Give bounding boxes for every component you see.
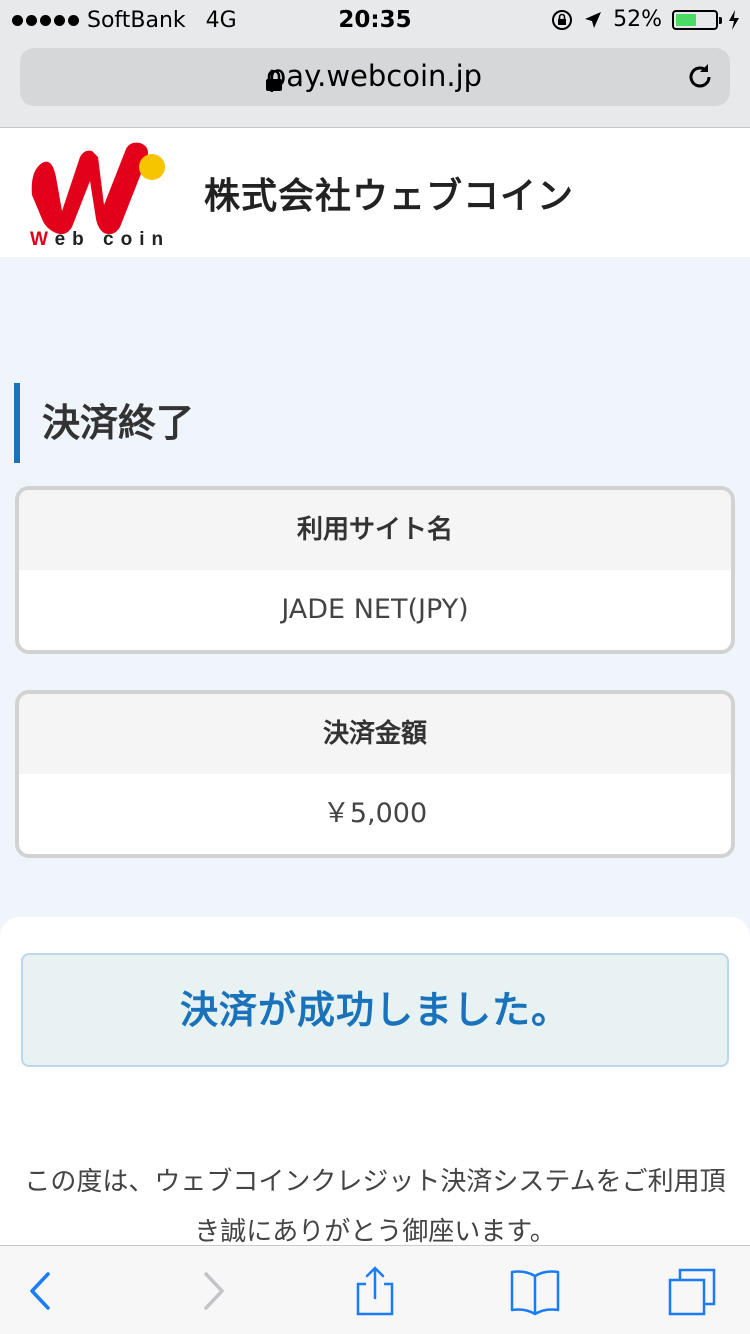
back-icon[interactable] bbox=[16, 1264, 70, 1318]
company-name: 株式会社ウェブコイン bbox=[204, 176, 575, 217]
site-name-label: 利用サイト名 bbox=[19, 490, 731, 570]
forward-icon[interactable] bbox=[184, 1264, 238, 1318]
reload-icon[interactable] bbox=[684, 61, 716, 93]
location-arrow-icon bbox=[585, 11, 602, 28]
bookmarks-icon[interactable] bbox=[508, 1264, 562, 1318]
amount-card: 決済金額 ￥5,000 bbox=[15, 690, 735, 858]
site-name-card: 利用サイト名 JADE NET(JPY) bbox=[15, 486, 735, 654]
browser-toolbar bbox=[0, 1245, 750, 1334]
success-message: 決済が成功しました。 bbox=[21, 953, 729, 1067]
thanks-text: この度は、ウェブコインクレジット決済システムをご利用頂き誠にありがとう御座います… bbox=[24, 1167, 726, 1247]
tabs-icon[interactable] bbox=[666, 1264, 720, 1318]
share-icon[interactable] bbox=[348, 1264, 402, 1318]
charging-icon bbox=[729, 9, 739, 30]
battery-percent: 52% bbox=[613, 7, 662, 32]
url-text: pay.webcoin.jp bbox=[267, 59, 483, 93]
status-right: 52% bbox=[551, 7, 740, 32]
result-section: 決済が成功しました。 この度は、ウェブコインクレジット決済システムをご利用頂き誠… bbox=[0, 917, 750, 1247]
status-bar: SoftBank 4G 20:35 52% bbox=[0, 0, 750, 40]
orientation-lock-icon bbox=[552, 9, 573, 30]
site-name-value: JADE NET(JPY) bbox=[281, 594, 469, 625]
logo-text: Web coin bbox=[30, 229, 171, 250]
main-content: 決済終了 利用サイト名 JADE NET(JPY) 決済金額 ￥5,000 bbox=[0, 257, 750, 937]
battery-icon bbox=[672, 9, 722, 30]
page-title: 決済終了 bbox=[14, 383, 194, 463]
url-field[interactable]: pay.webcoin.jp bbox=[20, 48, 730, 106]
amount-value: ￥5,000 bbox=[322, 798, 428, 829]
amount-label: 決済金額 bbox=[19, 694, 731, 774]
battery-level bbox=[676, 13, 696, 26]
browser-bar: pay.webcoin.jp bbox=[0, 40, 750, 128]
site-header: Web coin 株式会社ウェブコイン bbox=[0, 129, 750, 257]
